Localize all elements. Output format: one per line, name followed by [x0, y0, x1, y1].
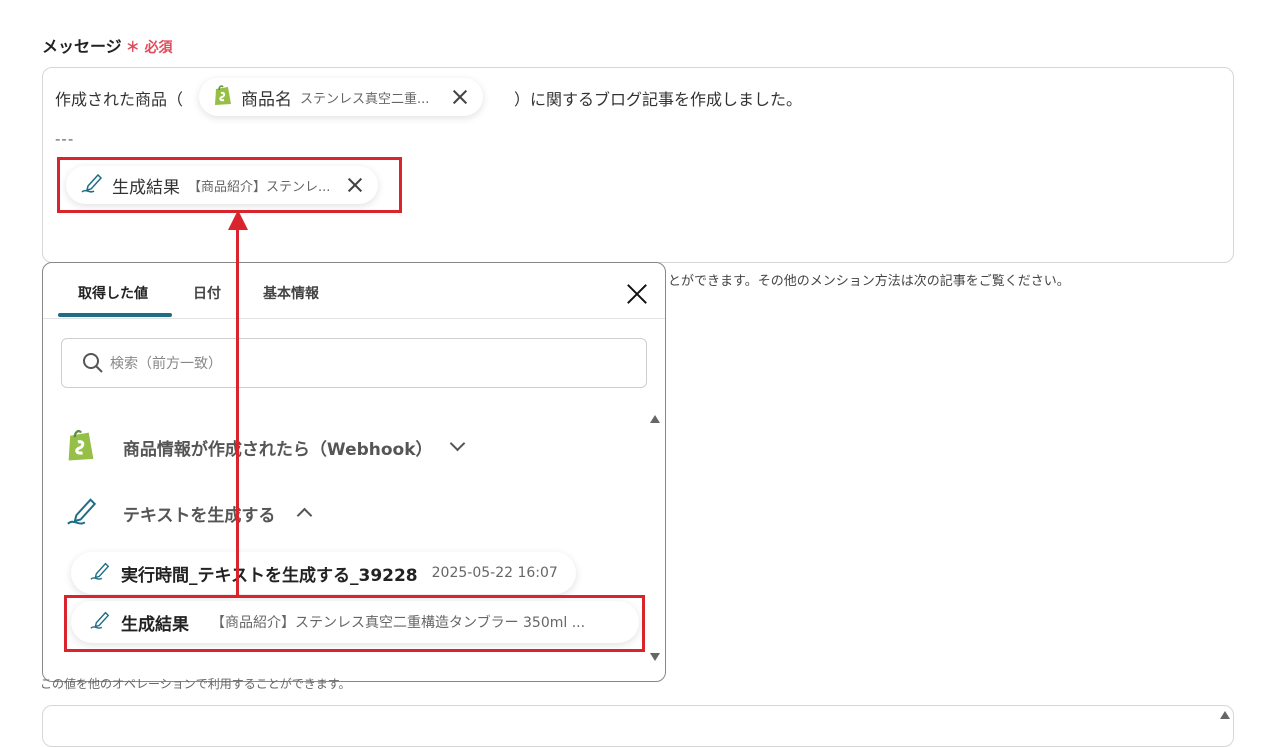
item-label: 生成結果 [121, 614, 189, 635]
shopify-icon [213, 84, 233, 110]
chip-label: 生成結果 [112, 177, 180, 198]
variable-picker-popup: 取得した値 日付 基本情報 商品情報が作成されたら（Webhook） テキストを… [42, 262, 666, 682]
item-label: 実行時間_テキストを生成する_39228 [121, 565, 418, 586]
search-box[interactable] [61, 338, 647, 388]
item-value: 【商品紹介】ステンレス真空二重構造タンブラー 350ml ... [211, 615, 586, 631]
scroll-up-arrow-icon[interactable] [650, 415, 660, 423]
bottom-hint-text: この値を他のオペレーションで利用することができます。 [40, 677, 351, 691]
section-generate-text[interactable]: テキストを生成する [65, 493, 313, 534]
ai-pen-icon [89, 609, 111, 635]
message-text-after: ）に関するブログ記事を作成しました。 [514, 90, 803, 109]
list-item-exec-time[interactable]: 実行時間_テキストを生成する_39228 2025-05-22 16:07 [71, 552, 576, 594]
shopify-icon [65, 428, 97, 467]
separator-text: --- [55, 130, 75, 148]
product-name-chip[interactable]: 商品名 ステンレス真空二重... [199, 78, 484, 116]
ai-pen-icon [65, 493, 99, 534]
chevron-down-icon[interactable] [450, 435, 466, 452]
generated-result-chip[interactable]: 生成結果 【商品紹介】ステンレ... [66, 166, 379, 204]
required-mark: ＊ [125, 40, 140, 56]
list-item-generated-result[interactable]: 生成結果 【商品紹介】ステンレス真空二重構造タンブラー 350ml ... [71, 601, 639, 643]
tab-bar: 取得した値 日付 基本情報 [43, 263, 665, 319]
message-field-label: メッセージ＊ 必須 [42, 33, 173, 57]
required-text: 必須 [144, 40, 173, 56]
search-input[interactable] [108, 351, 612, 377]
section-title: 商品情報が作成されたら（Webhook） [122, 440, 433, 460]
message-text-before: 作成された商品（ [55, 90, 184, 109]
highlight-arrow-head [228, 210, 248, 230]
field-label-text: メッセージ [42, 37, 122, 56]
required-badge: ＊ 必須 [126, 40, 173, 56]
next-input-field[interactable] [42, 705, 1234, 747]
section-title: テキストを生成する [122, 506, 276, 526]
item-value: 2025-05-22 16:07 [431, 565, 558, 581]
search-icon [82, 352, 104, 378]
mention-hint-text: とができます。その他のメンション方法は次の記事をご覧ください。 [668, 274, 1070, 289]
chip-value: ステンレス真空二重... [300, 91, 430, 107]
highlight-arrow-line [236, 226, 239, 598]
chip-value: 【商品紹介】ステンレ... [188, 179, 331, 195]
tab-basic-info[interactable]: 基本情報 [263, 283, 319, 303]
active-tab-indicator [58, 313, 172, 317]
close-icon[interactable] [346, 176, 364, 194]
ai-pen-icon [80, 172, 104, 198]
ai-pen-icon [89, 560, 111, 586]
scroll-up-arrow-icon[interactable] [1220, 711, 1230, 719]
message-line-1: 作成された商品（ [55, 86, 183, 110]
chevron-up-icon[interactable] [297, 507, 313, 524]
message-line-1-after: ）に関するブログ記事を作成しました。 [514, 86, 802, 110]
scroll-down-arrow-icon[interactable] [650, 653, 660, 661]
tab-date[interactable]: 日付 [193, 283, 221, 303]
section-shopify-trigger[interactable]: 商品情報が作成されたら（Webhook） [65, 428, 466, 467]
close-icon[interactable] [626, 283, 648, 305]
close-icon[interactable] [451, 88, 469, 106]
chip-label: 商品名 [241, 89, 292, 110]
tab-acquired-values[interactable]: 取得した値 [78, 283, 148, 303]
